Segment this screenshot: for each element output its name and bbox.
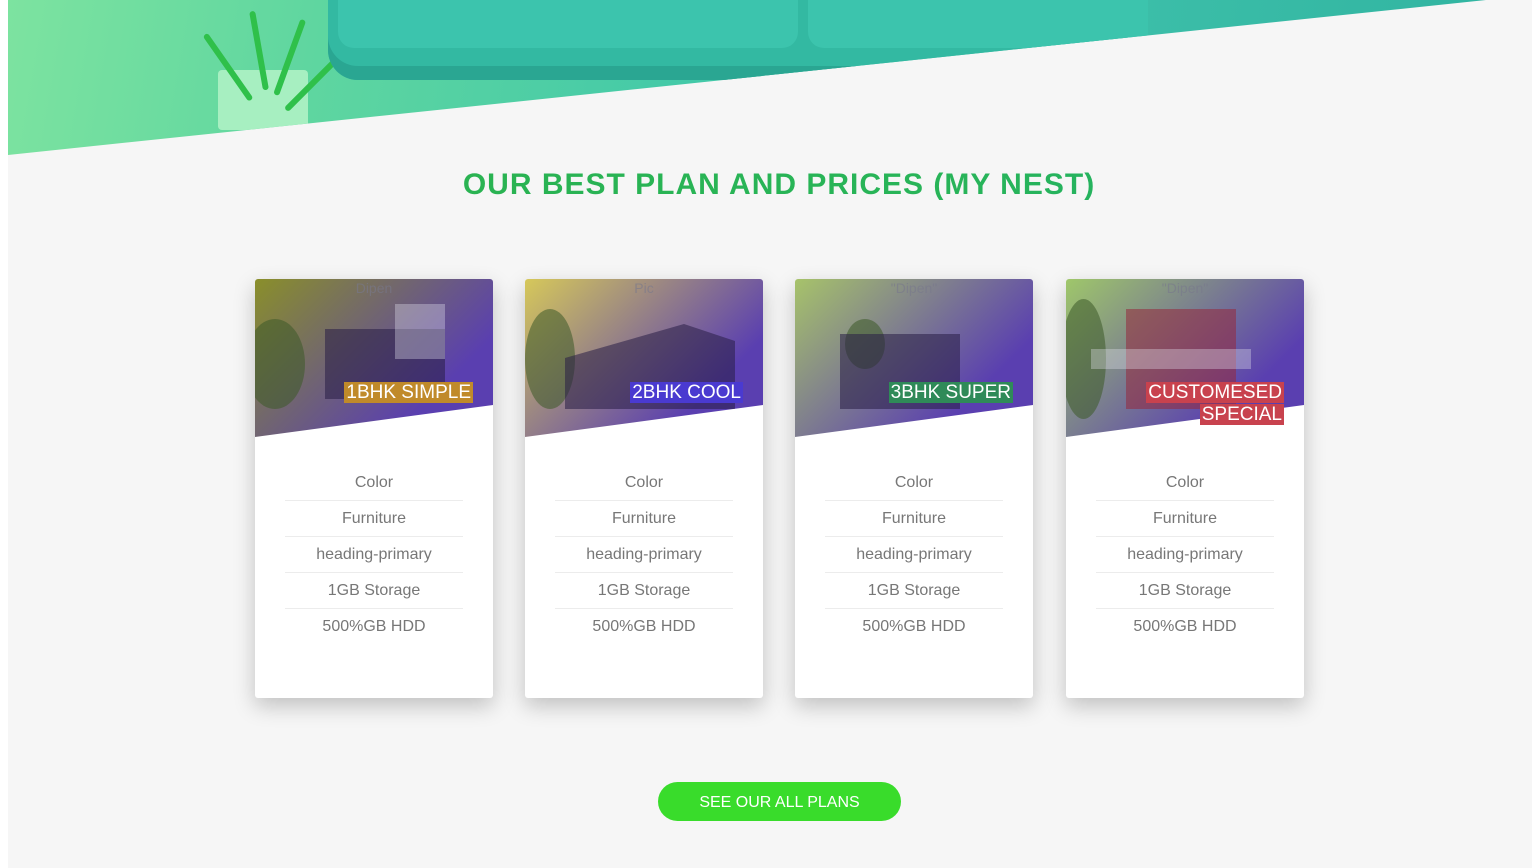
- plan-card[interactable]: "Dipen" 3BHK SUPER Color Furniture headi…: [795, 279, 1033, 698]
- plan-badge: 2BHK COOL: [630, 382, 743, 404]
- feature-list: Color Furniture heading-primary 1GB Stor…: [285, 465, 463, 644]
- plan-badge-line: CUSTOMESED: [1146, 382, 1284, 403]
- hero-image: [8, 0, 1486, 155]
- feature-item: Color: [825, 465, 1003, 501]
- feature-item: Color: [1096, 465, 1274, 501]
- see-all-plans-button[interactable]: SEE OUR ALL PLANS: [658, 782, 901, 821]
- feature-list: Color Furniture heading-primary 1GB Stor…: [1096, 465, 1274, 644]
- feature-item: Furniture: [1096, 501, 1274, 537]
- feature-item: Furniture: [555, 501, 733, 537]
- feature-item: 500%GB HDD: [592, 618, 696, 635]
- feature-item: 500%GB HDD: [322, 618, 426, 635]
- plan-badge: CUSTOMESED SPECIAL: [1146, 382, 1284, 426]
- feature-item: heading-primary: [1096, 537, 1274, 573]
- feature-item: 1GB Storage: [285, 573, 463, 609]
- feature-item: Color: [285, 465, 463, 501]
- feature-item: Furniture: [285, 501, 463, 537]
- feature-item: 1GB Storage: [555, 573, 733, 609]
- plan-card-image: Dipen: [255, 279, 493, 437]
- feature-item: 1GB Storage: [825, 573, 1003, 609]
- plan-card[interactable]: "Dipen" CUSTOMESED SPECIAL Color Furnitu…: [1066, 279, 1304, 698]
- plan-badge: 1BHK SIMPLE: [344, 382, 473, 404]
- plan-badge-line: SPECIAL: [1199, 404, 1284, 425]
- feature-item: 500%GB HDD: [1133, 618, 1237, 635]
- plan-badge: 3BHK SUPER: [888, 382, 1013, 404]
- plan-badge-line: 2BHK COOL: [630, 382, 743, 403]
- feature-item: 500%GB HDD: [862, 618, 966, 635]
- image-house-window: [395, 304, 445, 359]
- feature-list: Color Furniture heading-primary 1GB Stor…: [555, 465, 733, 644]
- feature-item: Furniture: [825, 501, 1003, 537]
- image-house-balcony: [1091, 349, 1251, 369]
- plans-page: OUR BEST PLAN AND PRICES (MY NEST) Dipen…: [8, 0, 1532, 868]
- feature-list: Color Furniture heading-primary 1GB Stor…: [825, 465, 1003, 644]
- feature-item: heading-primary: [285, 537, 463, 573]
- feature-item: Color: [555, 465, 733, 501]
- image-alt-text: Dipen: [355, 280, 393, 296]
- sofa-cushion: [338, 0, 798, 48]
- plan-card[interactable]: Dipen 1BHK SIMPLE Color Furniture headin…: [255, 279, 493, 698]
- plan-badge-line: 1BHK SIMPLE: [344, 382, 473, 403]
- feature-item: heading-primary: [555, 537, 733, 573]
- sofa-cushion: [808, 0, 1148, 48]
- feature-item: heading-primary: [825, 537, 1003, 573]
- plan-card-image: Pic: [525, 279, 763, 437]
- plan-card-image: "Dipen": [795, 279, 1033, 437]
- image-alt-text: Pic: [634, 280, 654, 296]
- image-alt-text: "Dipen": [890, 280, 938, 296]
- section-title: OUR BEST PLAN AND PRICES (MY NEST): [8, 168, 1532, 202]
- plan-badge-line: 3BHK SUPER: [888, 382, 1013, 403]
- plan-card[interactable]: Pic 2BHK COOL Color Furniture heading-pr…: [525, 279, 763, 698]
- feature-item: 1GB Storage: [1096, 573, 1274, 609]
- image-alt-text: "Dipen": [1161, 280, 1209, 296]
